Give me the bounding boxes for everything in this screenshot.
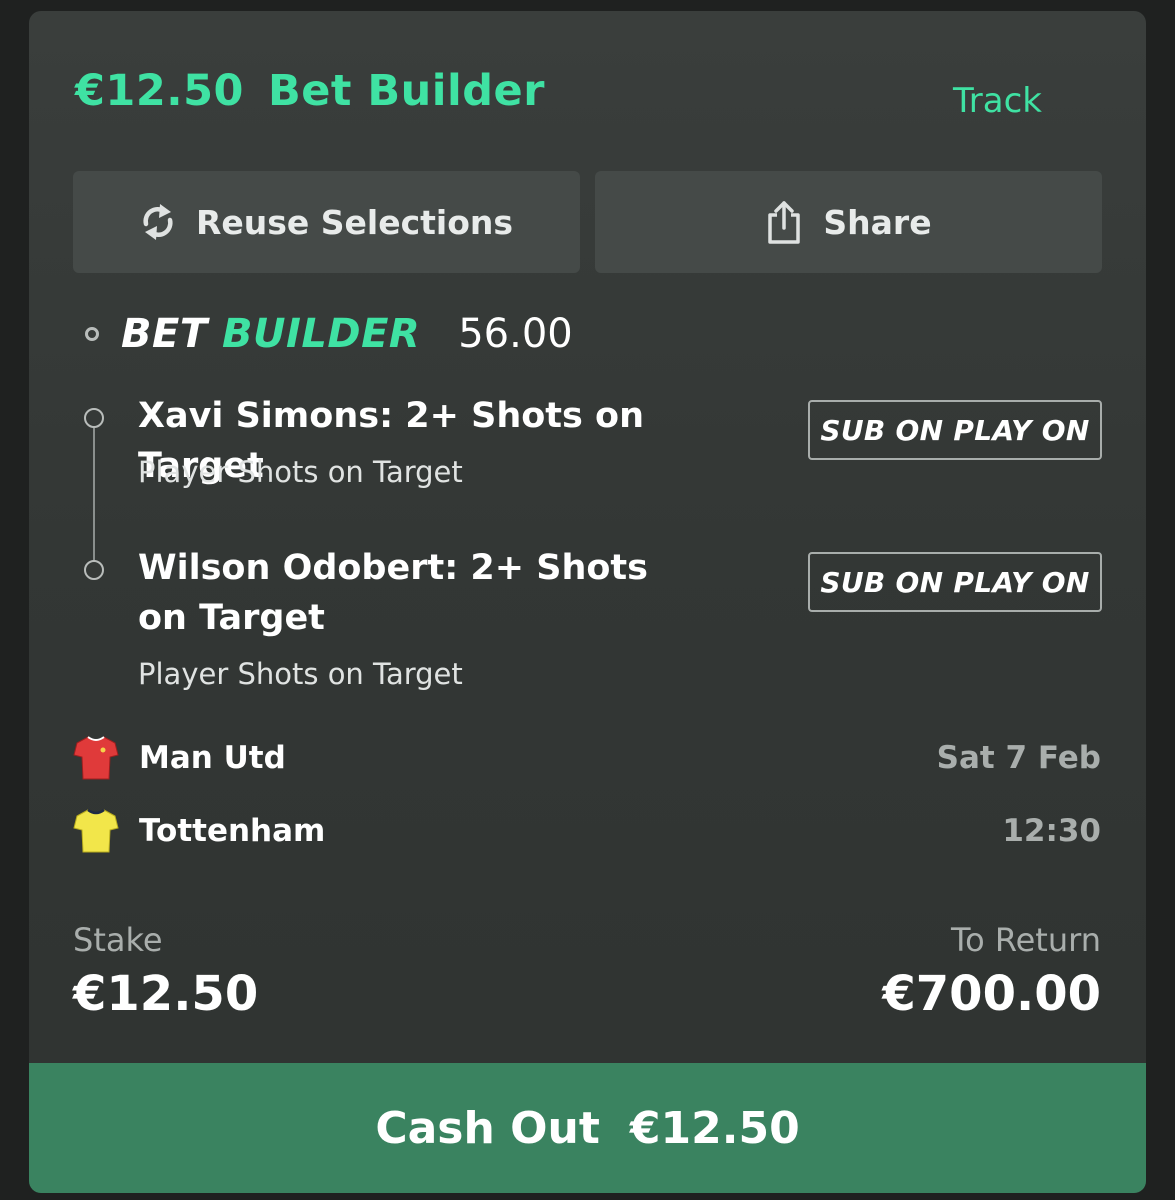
leg-1-sub-on-badge: SUB ON PLAY ON bbox=[808, 400, 1102, 460]
share-label: Share bbox=[823, 202, 932, 242]
reuse-selections-label: Reuse Selections bbox=[195, 202, 514, 242]
bet-header-type: Bet Builder bbox=[267, 66, 545, 116]
bet-builder-row: BET BUILDER 56.00 bbox=[85, 311, 573, 357]
leg-1-market: Player Shots on Target bbox=[138, 455, 463, 489]
event-date: Sat 7 Feb bbox=[936, 740, 1101, 776]
bet-builder-ring-icon bbox=[85, 327, 99, 341]
cash-out-amount: €12.50 bbox=[629, 1102, 800, 1154]
away-team-name: Tottenham bbox=[139, 813, 326, 849]
home-team-name: Man Utd bbox=[139, 740, 286, 776]
stake-label: Stake bbox=[73, 921, 163, 959]
track-link[interactable]: Track bbox=[953, 81, 1042, 121]
leg-2-sub-on-badge: SUB ON PLAY ON bbox=[808, 552, 1102, 612]
stake-value: €12.50 bbox=[73, 966, 259, 1022]
yellow-shirt-icon bbox=[73, 808, 119, 853]
cash-out-button[interactable]: Cash Out €12.50 bbox=[29, 1063, 1146, 1193]
bet-card: €12.50 Bet Builder Track Reuse Selections… bbox=[29, 11, 1146, 1193]
to-return-value: €700.00 bbox=[882, 966, 1101, 1022]
bet-builder-logo-word2: BUILDER bbox=[222, 311, 421, 357]
reuse-selections-button[interactable]: Reuse Selections bbox=[73, 171, 580, 273]
share-icon bbox=[768, 201, 801, 244]
cash-out-label: Cash Out bbox=[375, 1102, 600, 1154]
legs-connector-line bbox=[93, 428, 95, 570]
bet-builder-odds: 56.00 bbox=[458, 311, 573, 357]
leg-ring-icon bbox=[84, 408, 104, 428]
bet-builder-logo-word1: BET bbox=[121, 311, 208, 357]
away-team-row: Tottenham bbox=[73, 807, 325, 855]
to-return-label: To Return bbox=[950, 921, 1101, 959]
event-time: 12:30 bbox=[1002, 813, 1101, 849]
home-team-row: Man Utd bbox=[73, 734, 286, 782]
leg-2-market: Player Shots on Target bbox=[138, 657, 463, 691]
refresh-icon bbox=[143, 204, 173, 240]
leg-2-title: Wilson Odobert: 2+ Shots on Target bbox=[138, 548, 648, 638]
red-shirt-icon bbox=[73, 736, 119, 780]
share-button[interactable]: Share bbox=[595, 171, 1102, 273]
bet-builder-logo: BET BUILDER bbox=[121, 311, 420, 357]
leg-ring-icon bbox=[84, 560, 104, 580]
bet-header-amount: €12.50 bbox=[75, 66, 244, 116]
bet-header-title: €12.50 Bet Builder bbox=[75, 66, 545, 116]
